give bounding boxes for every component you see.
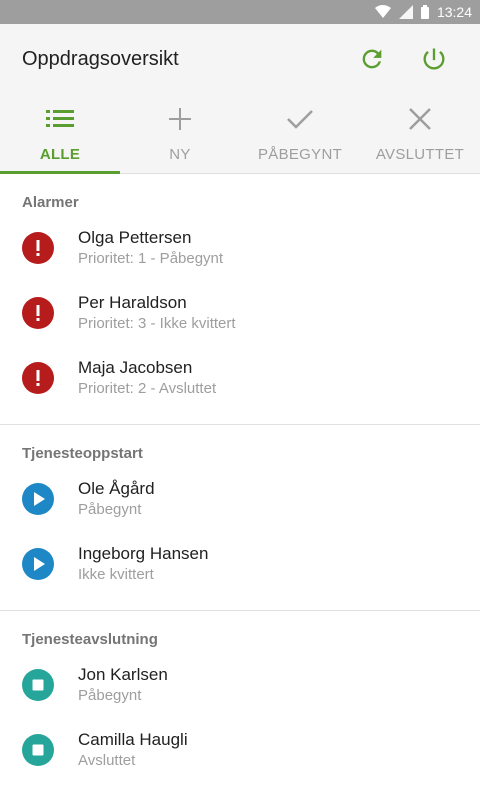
tab-avsluttet[interactable]: AVSLUTTET (360, 94, 480, 173)
list-item-text: Maja Jacobsen Prioritet: 2 - Avsluttet (78, 357, 216, 399)
item-name: Camilla Haugli (78, 729, 188, 749)
tab-alle[interactable]: ALLE (0, 94, 120, 174)
alert-icon (22, 361, 54, 394)
item-status: Ikke kvittert (78, 565, 154, 583)
list-item-text: Ingeborg Hansen Ikke kvittert (78, 543, 208, 585)
app-bar: Oppdragsoversikt (0, 24, 480, 94)
alert-icon (22, 296, 54, 329)
section-header-tjenesteavslutning: Tjenesteavslutning (22, 631, 158, 648)
tab-pabegynt[interactable]: PÅBEGYNT (240, 94, 360, 173)
wifi-icon (374, 5, 391, 19)
item-status: Prioritet: 1 - Påbegynt (78, 249, 224, 267)
item-name: Ingeborg Hansen (78, 543, 209, 563)
list-item[interactable]: Olga Pettersen Prioritet: 1 - Påbegynt (0, 215, 480, 280)
status-time: 13:24 (436, 4, 472, 20)
power-icon (423, 48, 445, 70)
item-name: Maja Jacobsen (78, 357, 193, 377)
section-tjenesteavslutning: Jon Karlsen Påbegynt Camilla Haugli Avsl… (0, 644, 480, 782)
tab-label: ALLE (39, 146, 81, 163)
page-title: Oppdragsoversikt (22, 47, 179, 70)
item-status: Prioritet: 3 - Ikke kvittert (78, 314, 236, 332)
stop-icon (22, 733, 54, 766)
check-icon (286, 104, 314, 134)
tab-bar: ALLE NY PÅBEGYNT AVSLUTTET (0, 94, 480, 174)
item-name: Per Haraldson (78, 292, 187, 312)
section-header-alarmer: Alarmer (22, 194, 79, 211)
assignment-list: Alarmer Olga Pettersen Prioritet: 1 - På… (0, 174, 480, 782)
power-button[interactable] (410, 35, 458, 83)
item-status: Prioritet: 2 - Avsluttet (78, 379, 217, 397)
tab-label: PÅBEGYNT (257, 146, 343, 163)
item-status: Avsluttet (78, 751, 136, 769)
stop-icon (22, 668, 54, 701)
list-item-text: Ole Ågård Påbegynt (78, 478, 155, 520)
list-item-text: Olga Pettersen Prioritet: 1 - Påbegynt (78, 227, 223, 269)
close-icon (408, 104, 432, 134)
item-name: Ole Ågård (78, 478, 155, 498)
list-item[interactable]: Ole Ågård Påbegynt (0, 466, 480, 531)
item-status: Påbegynt (78, 500, 142, 518)
list-icon (46, 104, 74, 134)
section-tjenesteoppstart: Ole Ågård Påbegynt Ingeborg Hansen Ikke … (0, 458, 480, 596)
signal-icon (398, 5, 413, 19)
refresh-icon (362, 49, 382, 69)
play-icon (22, 482, 54, 515)
battery-icon (420, 5, 429, 19)
item-name: Olga Pettersen (78, 227, 192, 247)
list-item[interactable]: Jon Karlsen Påbegynt (0, 652, 480, 717)
tab-label: AVSLUTTET (375, 146, 465, 163)
play-icon (22, 547, 54, 580)
refresh-button[interactable] (348, 35, 396, 83)
plus-icon (168, 104, 192, 134)
list-item[interactable]: Maja Jacobsen Prioritet: 2 - Avsluttet (0, 345, 480, 410)
list-item[interactable]: Per Haraldson Prioritet: 3 - Ikke kvitte… (0, 280, 480, 345)
list-item[interactable]: Ingeborg Hansen Ikke kvittert (0, 531, 480, 596)
list-item-text: Per Haraldson Prioritet: 3 - Ikke kvitte… (78, 292, 236, 334)
section-header-tjenesteoppstart: Tjenesteoppstart (22, 445, 143, 462)
list-item[interactable]: Camilla Haugli Avsluttet (0, 717, 480, 782)
list-item-text: Jon Karlsen Påbegynt (78, 664, 168, 706)
tab-label: NY (169, 146, 191, 163)
item-name: Jon Karlsen (78, 664, 168, 684)
item-status: Påbegynt (78, 686, 142, 704)
tab-ny[interactable]: NY (120, 94, 240, 173)
list-item-text: Camilla Haugli Avsluttet (78, 729, 188, 771)
alert-icon (22, 231, 54, 264)
section-alarmer: Olga Pettersen Prioritet: 1 - Påbegynt P… (0, 207, 480, 410)
status-bar: 13:24 (0, 0, 480, 24)
